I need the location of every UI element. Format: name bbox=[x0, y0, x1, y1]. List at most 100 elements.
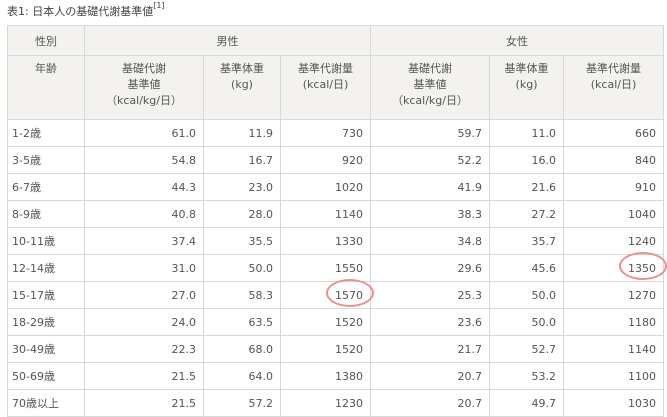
value-cell: 23.6 bbox=[370, 308, 491, 336]
value-cell: 1230 bbox=[279, 389, 372, 417]
value-cell: 61.0 bbox=[84, 119, 204, 147]
age-group-cell: 50-69歳 bbox=[7, 362, 85, 390]
subheader-line: （kcal/kg/日） bbox=[106, 94, 182, 107]
header-female: 女性 bbox=[370, 25, 665, 56]
value-cell: 920 bbox=[279, 146, 372, 174]
table-row: 18-29歳 24.0 63.5 1520 23.6 50.0 1180 bbox=[7, 308, 665, 336]
value-cell: 1240 bbox=[563, 227, 665, 255]
subheader-line: 基礎代謝 bbox=[122, 62, 166, 75]
value-cell: 41.9 bbox=[370, 173, 491, 201]
value-cell: 1100 bbox=[563, 362, 665, 390]
age-group-cell: 10-11歳 bbox=[7, 227, 85, 255]
highlight-circle bbox=[619, 252, 667, 280]
value-cell: 27.2 bbox=[489, 200, 565, 228]
value-cell: 21.6 bbox=[489, 173, 565, 201]
subheader-line: 基準体重 bbox=[504, 62, 549, 75]
value-cell: 24.0 bbox=[84, 308, 204, 336]
subheader-line: (kg) bbox=[515, 78, 538, 91]
table-row: 30-49歳 22.3 68.0 1520 21.7 52.7 1140 bbox=[7, 335, 665, 363]
value-cell: 1550 bbox=[279, 254, 372, 282]
header-age: 年齢 bbox=[7, 55, 85, 120]
value-cell: 54.8 bbox=[84, 146, 204, 174]
subheader-line: 基礎代謝 bbox=[408, 62, 453, 75]
value-cell: 1270 bbox=[563, 281, 665, 309]
value-cell: 38.3 bbox=[370, 200, 491, 228]
value-cell: 1180 bbox=[563, 308, 665, 336]
value-cell: 53.2 bbox=[489, 362, 565, 390]
value-cell: 1330 bbox=[279, 227, 372, 255]
value-cell: 50.0 bbox=[203, 254, 281, 282]
subheader-line: (kcal/日) bbox=[302, 78, 349, 91]
age-group-cell: 15-17歳 bbox=[7, 281, 85, 309]
value-cell: 58.3 bbox=[203, 281, 281, 309]
subheader-male-bmr-amount: 基準代謝量 (kcal/日) bbox=[279, 55, 372, 120]
value-cell: 1520 bbox=[279, 335, 372, 363]
value-cell: 22.3 bbox=[84, 335, 204, 363]
caption-text: 表1: 日本人の基礎代謝基準値 bbox=[7, 5, 154, 18]
value-cell: 45.6 bbox=[489, 254, 565, 282]
value-cell: 25.3 bbox=[370, 281, 491, 309]
table-row: 1-2歳 61.0 11.9 730 59.7 11.0 660 bbox=[7, 119, 665, 147]
subheader-female-bmr-standard: 基礎代謝基準値 （kcal/kg/日） bbox=[370, 55, 491, 120]
value-cell: 52.2 bbox=[370, 146, 491, 174]
value-cell: 1380 bbox=[279, 362, 372, 390]
age-group-cell: 3-5歳 bbox=[7, 146, 85, 174]
value-cell: 50.0 bbox=[489, 281, 565, 309]
subheader-male-bmr-standard: 基礎代謝基準値 （kcal/kg/日） bbox=[84, 55, 204, 120]
table-row: 8-9歳 40.8 28.0 1140 38.3 27.2 1040 bbox=[7, 200, 665, 228]
value-cell: 35.5 bbox=[203, 227, 281, 255]
age-group-cell: 12-14歳 bbox=[7, 254, 85, 282]
value-cell: 16.7 bbox=[203, 146, 281, 174]
table-row: 10-11歳 37.4 35.5 1330 34.8 35.7 1240 bbox=[7, 227, 665, 255]
value-cell: 16.0 bbox=[489, 146, 565, 174]
subheader-line: (kcal/日) bbox=[590, 78, 637, 91]
value-cell: 660 bbox=[563, 119, 665, 147]
age-group-cell: 18-29歳 bbox=[7, 308, 85, 336]
subheader-line: （kcal/kg/日） bbox=[392, 94, 468, 107]
basal-metabolism-table: 性別 男性 女性 年齢 基礎代謝 基準値 （kcal/kg/日） 基準体重 (kg) 基準… bbox=[7, 25, 667, 417]
value-cell: 11.9 bbox=[203, 119, 281, 147]
value-cell: 68.0 bbox=[203, 335, 281, 363]
subheader-line: 基準値 bbox=[127, 78, 161, 91]
table-row: 6-7歳 44.3 23.0 1020 41.9 21.6 910 bbox=[7, 173, 665, 201]
value-cell: 1570 bbox=[279, 279, 375, 309]
table-row: 12-14歳 31.0 50.0 1550 29.6 45.6 1350 bbox=[7, 252, 667, 282]
value-cell: 840 bbox=[563, 146, 665, 174]
value-cell: 28.0 bbox=[203, 200, 281, 228]
value-cell: 52.7 bbox=[489, 335, 565, 363]
value-cell: 1520 bbox=[279, 308, 372, 336]
value-cell: 1030 bbox=[563, 389, 665, 417]
value-cell: 21.5 bbox=[84, 362, 204, 390]
value-cell: 11.0 bbox=[489, 119, 565, 147]
value-cell: 35.7 bbox=[489, 227, 565, 255]
table-row: 50-69歳 21.5 64.0 1380 20.7 53.2 1100 bbox=[7, 362, 665, 390]
value-cell: 1350 bbox=[563, 252, 667, 282]
subheader-male-reference-weight: 基準体重 (kg) bbox=[203, 55, 281, 120]
value-cell: 21.5 bbox=[84, 389, 204, 417]
subheader-line: 基準値 bbox=[413, 78, 447, 91]
value-cell: 1040 bbox=[563, 200, 665, 228]
value-cell: 44.3 bbox=[84, 173, 204, 201]
table-body: 1-2歳 61.0 11.9 730 59.7 11.0 660 3-5歳 54.8 16.7 92… bbox=[7, 119, 667, 417]
value-cell: 20.7 bbox=[370, 362, 491, 390]
value-cell: 27.0 bbox=[84, 281, 204, 309]
value-cell: 730 bbox=[279, 119, 372, 147]
table-row: 70歳以上 21.5 57.2 1230 20.7 49.7 1030 bbox=[7, 389, 665, 417]
header-sex: 性別 bbox=[7, 25, 85, 56]
age-group-cell: 6-7歳 bbox=[7, 173, 85, 201]
highlight-circle bbox=[326, 279, 375, 307]
value-cell: 57.2 bbox=[203, 389, 281, 417]
age-group-cell: 8-9歳 bbox=[7, 200, 85, 228]
value-cell: 64.0 bbox=[203, 362, 281, 390]
value-cell: 23.0 bbox=[203, 173, 281, 201]
value-cell: 20.7 bbox=[370, 389, 491, 417]
age-group-cell: 1-2歳 bbox=[7, 119, 85, 147]
header-male: 男性 bbox=[83, 25, 372, 56]
age-group-cell: 30-49歳 bbox=[7, 335, 85, 363]
caption-reference-link[interactable]: [1] bbox=[153, 1, 164, 10]
subheader-line: 基準代謝量 bbox=[298, 62, 353, 75]
value-cell: 1140 bbox=[279, 200, 372, 228]
value-cell: 34.8 bbox=[370, 227, 491, 255]
value-cell: 37.4 bbox=[84, 227, 204, 255]
value-cell: 40.8 bbox=[84, 200, 204, 228]
